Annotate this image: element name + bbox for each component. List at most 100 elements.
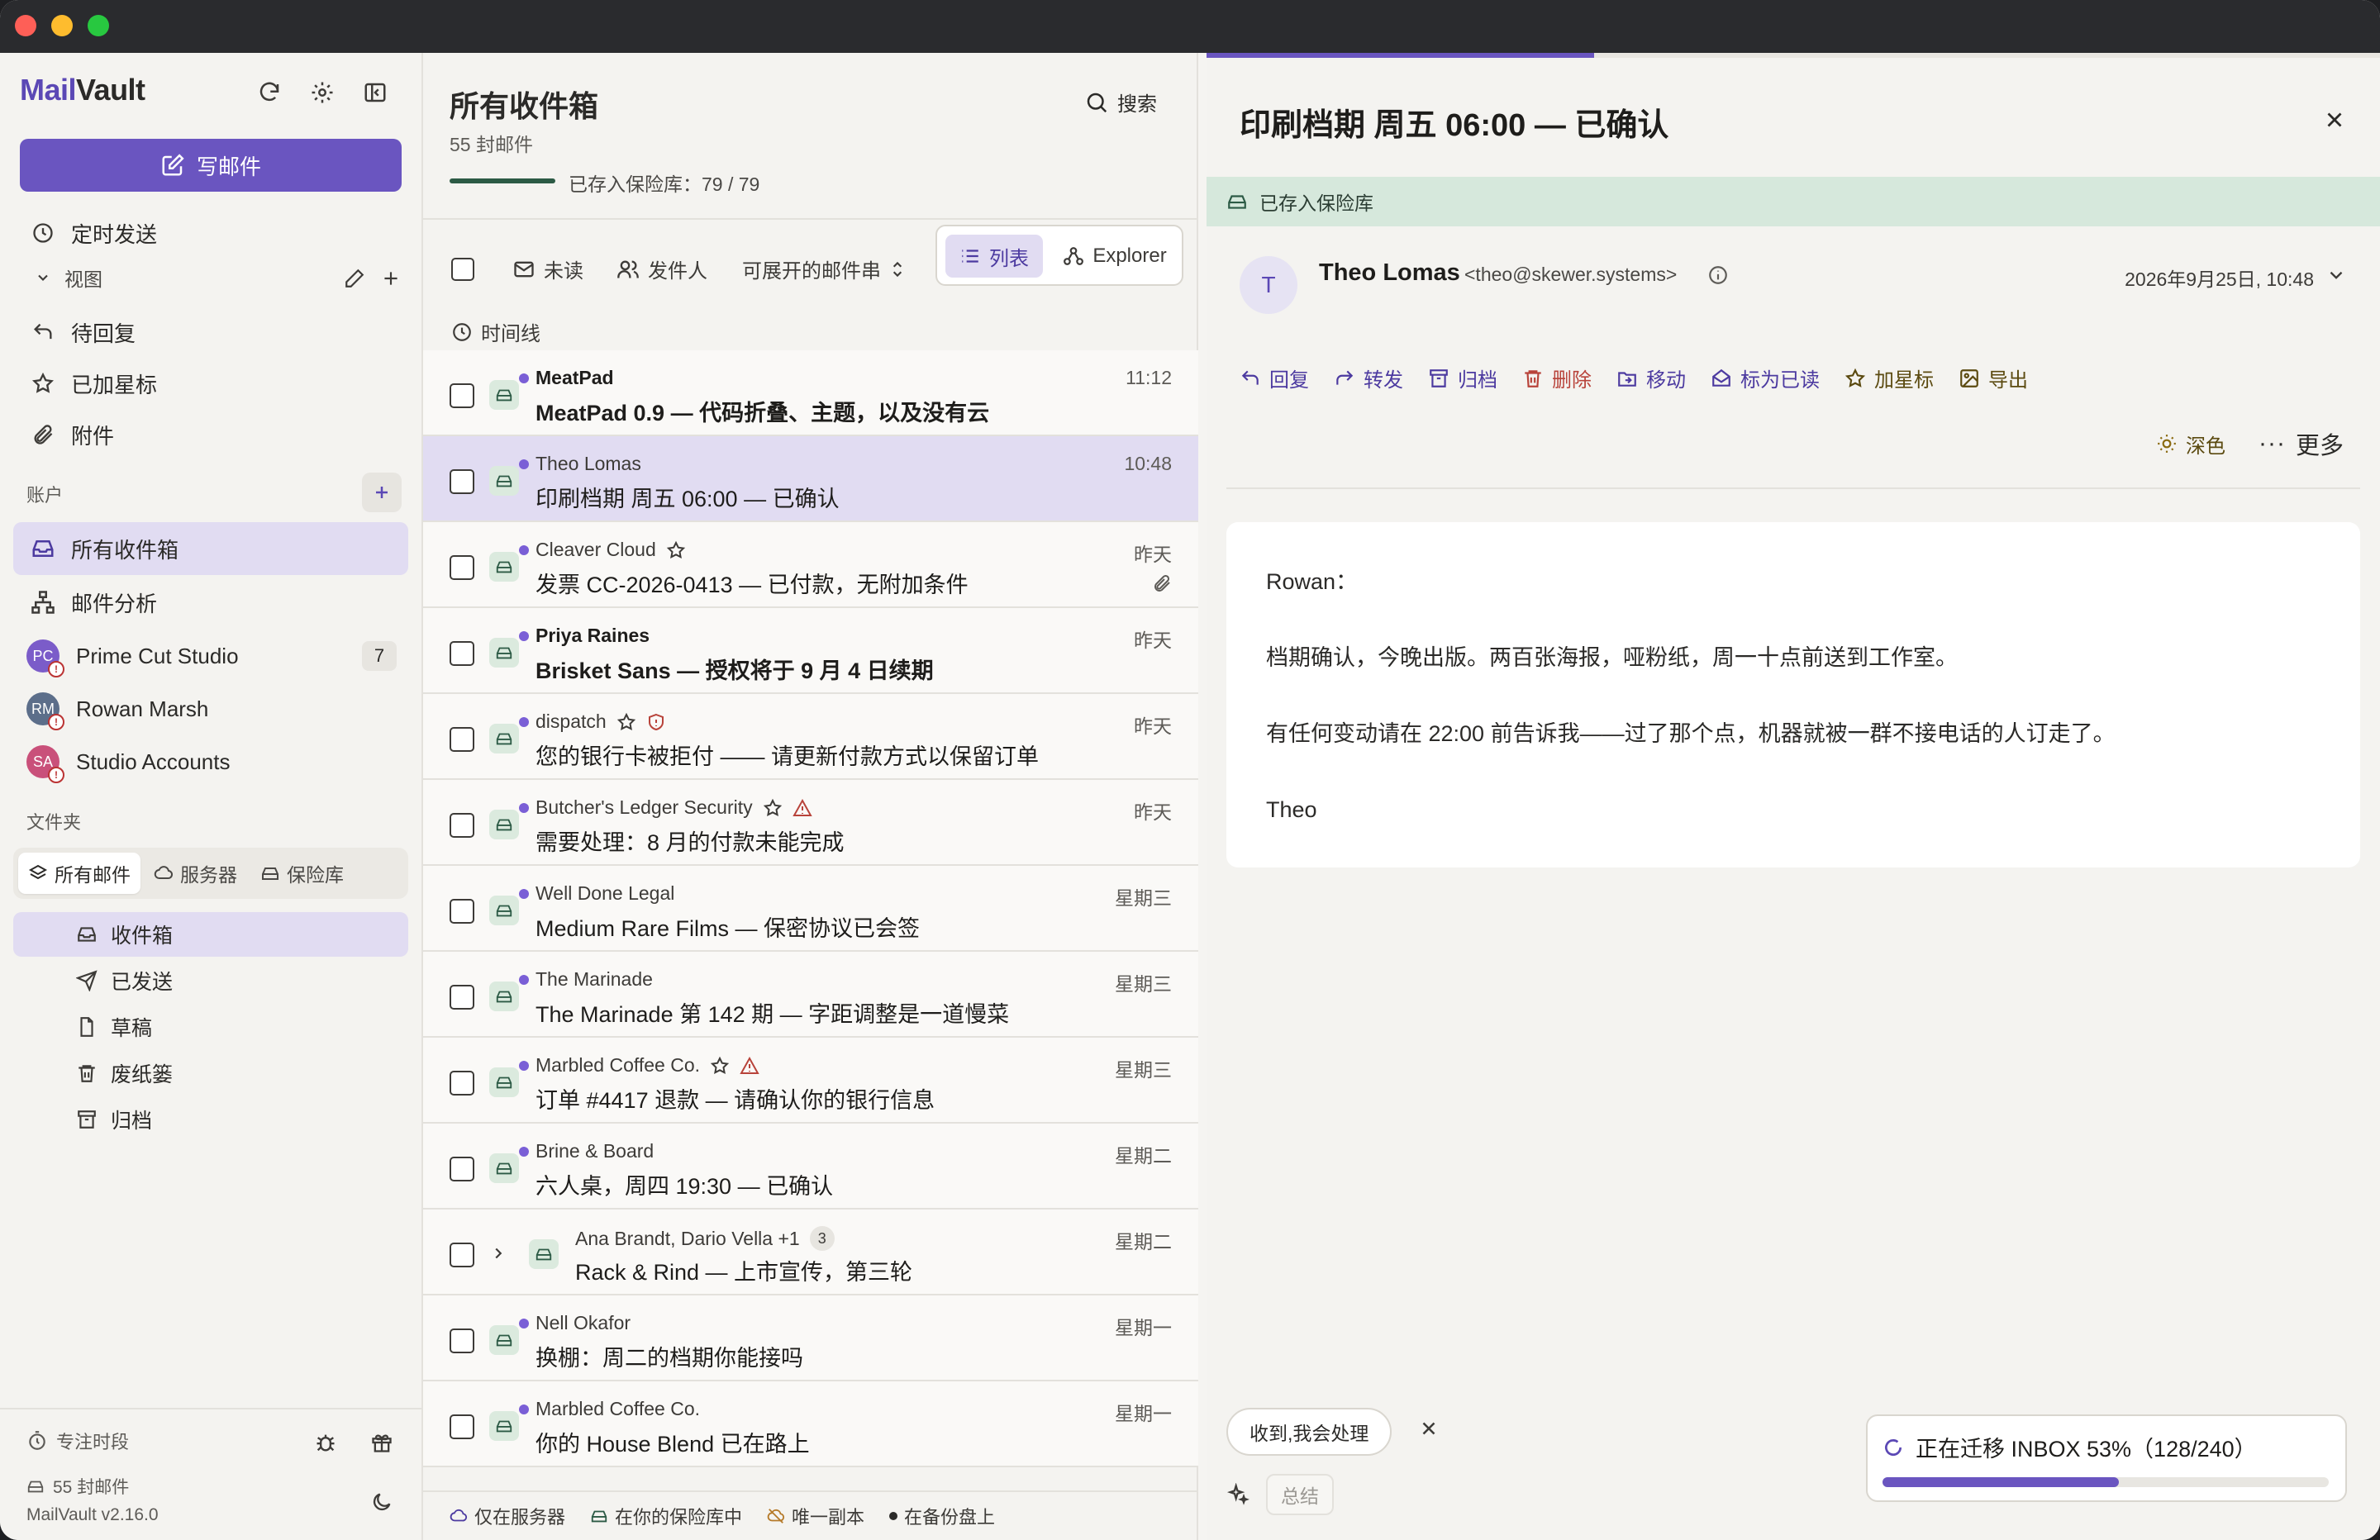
tab-vault[interactable]: 保险库 <box>250 853 354 894</box>
dismiss-quick-reply-icon[interactable] <box>1418 1418 1440 1439</box>
filter-unread[interactable]: 未读 <box>512 254 583 283</box>
nav-scheduled[interactable]: 定时发送 <box>13 210 408 256</box>
message-row[interactable]: Theo Lomas 印刷档期 周五 06:00 — 已确认 10:48 <box>423 436 1198 522</box>
folder-sent[interactable]: 已发送 <box>13 958 408 1003</box>
row-checkbox[interactable] <box>450 1157 474 1181</box>
message-row[interactable]: Brine & Board 六人桌，周四 19:30 — 已确认 星期二 <box>423 1124 1198 1210</box>
unread-dot <box>519 1147 529 1157</box>
star-icon[interactable] <box>616 712 636 732</box>
collapse-sidebar-icon[interactable] <box>359 76 392 109</box>
moon-icon[interactable] <box>365 1485 398 1519</box>
message-row[interactable]: The Marinade The Marinade 第 142 期 — 字距调整是… <box>423 952 1198 1038</box>
message-row[interactable]: Marbled Coffee Co. 你的 House Blend 已在路上 星期一 <box>423 1381 1198 1467</box>
row-checkbox[interactable] <box>450 469 474 494</box>
sparkle-icon <box>1226 1483 1250 1506</box>
info-icon[interactable] <box>1707 264 1729 286</box>
message-row[interactable]: Nell Okafor 换棚：周二的档期你能接吗 星期一 <box>423 1295 1198 1381</box>
row-checkbox[interactable] <box>450 727 474 752</box>
folder-drafts[interactable]: 草稿 <box>13 1005 408 1049</box>
minimize-window-button[interactable] <box>51 15 73 36</box>
mail-analytics[interactable]: 邮件分析 <box>13 578 408 626</box>
cloud-icon <box>154 863 174 883</box>
row-checkbox[interactable] <box>450 985 474 1010</box>
unread-dot <box>519 631 529 641</box>
search-button[interactable]: 搜索 <box>1084 88 1157 116</box>
star-button[interactable]: 加星标 <box>1844 364 1934 392</box>
delete-button[interactable]: 删除 <box>1522 364 1592 392</box>
view-list-button[interactable]: 列表 <box>945 235 1043 278</box>
mark-read-button[interactable]: 标为已读 <box>1711 364 1820 392</box>
message-row[interactable]: Ana Brandt, Dario Vella +1 3 Rack & Rind —… <box>423 1210 1198 1295</box>
folder-inbox[interactable]: 收件箱 <box>13 912 408 957</box>
expand-header-icon[interactable] <box>2325 264 2347 286</box>
message-row[interactable]: Cleaver Cloud 发票 CC-2026-0413 — 已付款，无附加条件… <box>423 522 1198 608</box>
row-checkbox[interactable] <box>450 383 474 408</box>
view-attachments[interactable]: 附件 <box>13 411 408 458</box>
summarize-button[interactable]: 总结 <box>1266 1474 1334 1515</box>
select-all-checkbox[interactable] <box>451 258 474 281</box>
message-row[interactable]: dispatch 您的银行卡被拒付 —— 请更新付款方式以保留订单 昨天 <box>423 694 1198 780</box>
message-row[interactable]: Marbled Coffee Co. 订单 #4417 退款 — 请确认你的银行信… <box>423 1038 1198 1124</box>
row-checkbox[interactable] <box>450 1328 474 1353</box>
message-row[interactable]: MeatPad MeatPad 0.9 — 代码折叠、主题，以及没有云 11:12 <box>423 350 1198 436</box>
account-prime-cut-studio[interactable]: PC! Prime Cut Studio 7 <box>13 631 408 681</box>
quick-reply-chip[interactable]: 收到,我会处理 <box>1226 1408 1392 1456</box>
body-paragraph: Theo <box>1266 797 1317 822</box>
tab-server[interactable]: 服务器 <box>144 853 247 894</box>
sender-address: <theo@skewer.systems> <box>1464 264 1678 285</box>
view-starred[interactable]: 已加星标 <box>13 360 408 406</box>
move-button[interactable]: 移动 <box>1616 364 1686 392</box>
folder-scope-tabs: 所有邮件 服务器 保险库 <box>13 848 408 899</box>
zoom-window-button[interactable] <box>88 15 109 36</box>
export-button[interactable]: 导出 <box>1959 364 2028 392</box>
close-icon[interactable] <box>2322 107 2347 132</box>
theme-toggle[interactable]: 深色 <box>2156 430 2225 459</box>
tab-all-mail[interactable]: 所有邮件 <box>18 853 140 894</box>
folder-archive[interactable]: 归档 <box>13 1097 408 1142</box>
view-explorer-button[interactable]: Explorer <box>1053 235 1177 278</box>
account-rowan-marsh[interactable]: RM! Rowan Marsh <box>13 684 408 734</box>
message-row[interactable]: Priya Raines Brisket Sans — 授权将于 9 月 4 日续… <box>423 608 1198 694</box>
settings-icon[interactable] <box>306 76 339 109</box>
view-needs-reply[interactable]: 待回复 <box>13 309 408 355</box>
row-checkbox[interactable] <box>450 1071 474 1096</box>
more-button[interactable]: ··· 更多 <box>2259 426 2344 461</box>
add-view-icon[interactable] <box>380 268 402 289</box>
refresh-icon[interactable] <box>253 76 286 109</box>
sender-name[interactable]: Theo Lomas <box>1319 259 1460 287</box>
archive-button[interactable]: 归档 <box>1428 364 1497 392</box>
add-account-button[interactable] <box>362 473 402 512</box>
row-checkbox[interactable] <box>450 555 474 580</box>
bug-icon[interactable] <box>309 1426 342 1459</box>
row-time: 星期三 <box>1115 1059 1172 1081</box>
star-icon[interactable] <box>666 540 686 560</box>
expand-thread-icon[interactable] <box>489 1244 507 1262</box>
view-timeline[interactable]: 时间线 <box>451 317 540 346</box>
row-checkbox[interactable] <box>450 899 474 924</box>
row-sender: The Marinade <box>519 968 653 991</box>
all-inboxes[interactable]: 所有收件箱 <box>13 522 408 575</box>
focus-hours[interactable]: 专注时段 <box>26 1428 129 1454</box>
row-checkbox[interactable] <box>450 641 474 666</box>
row-checkbox[interactable] <box>450 1414 474 1439</box>
message-row[interactable]: Butcher's Ledger Security 需要处理：8 月的付款未能完成… <box>423 780 1198 866</box>
gift-icon[interactable] <box>365 1426 398 1459</box>
account-studio-accounts[interactable]: SA! Studio Accounts <box>13 737 408 787</box>
row-sender: Priya Raines <box>519 625 650 647</box>
forward-button[interactable]: 转发 <box>1334 364 1403 392</box>
message-actions: 回复 转发 归档 删除 移动 标为已读 加星标 导出 <box>1240 364 2028 392</box>
compose-button[interactable]: 写邮件 <box>20 139 402 192</box>
message-body: Rowan： 档期确认，今晚出版。两百张海报，哑粉纸，周一十点前送到工作室。 有… <box>1226 522 2360 867</box>
star-icon[interactable] <box>763 798 783 818</box>
filter-expandable-threads[interactable]: 可展开的邮件串 <box>742 254 906 283</box>
star-icon[interactable] <box>710 1056 730 1076</box>
message-row[interactable]: Well Done Legal Medium Rare Films — 保密协议已… <box>423 866 1198 952</box>
reply-button[interactable]: 回复 <box>1240 364 1309 392</box>
row-checkbox[interactable] <box>450 1243 474 1267</box>
edit-views-icon[interactable] <box>344 268 365 289</box>
filter-sender[interactable]: 发件人 <box>616 254 707 283</box>
views-header[interactable]: 视图 <box>13 259 408 296</box>
row-checkbox[interactable] <box>450 813 474 838</box>
close-window-button[interactable] <box>15 15 36 36</box>
folder-trash[interactable]: 废纸篓 <box>13 1051 408 1096</box>
